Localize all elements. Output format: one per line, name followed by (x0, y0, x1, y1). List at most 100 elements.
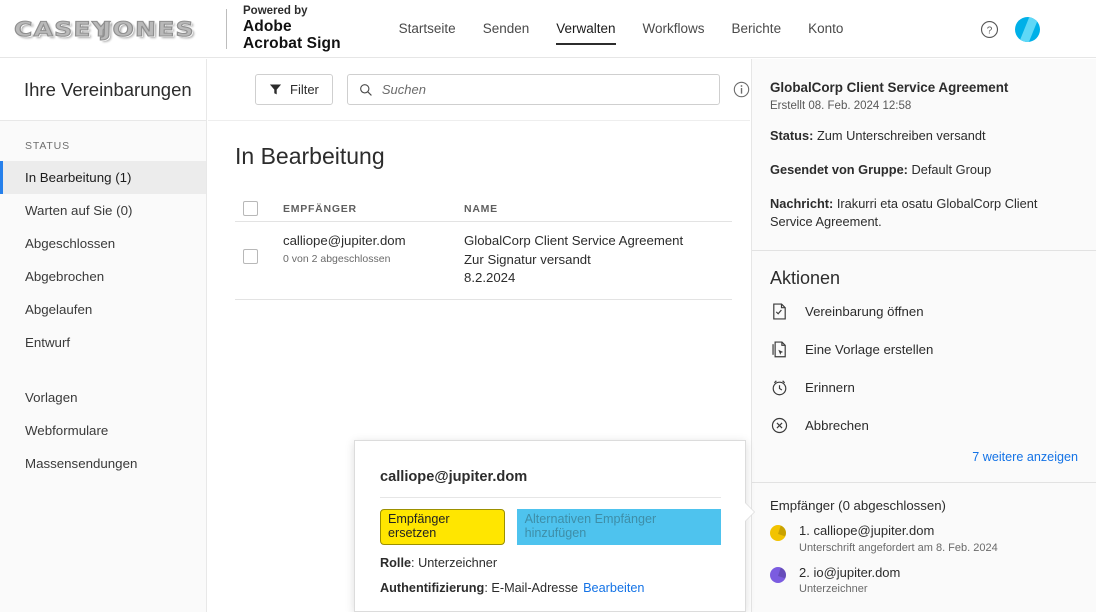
details-status-value: Zum Unterschreiben versandt (816, 128, 986, 144)
show-more-actions-link[interactable]: 7 weitere anzeigen (770, 445, 1078, 464)
row-checkbox[interactable] (243, 249, 258, 264)
sidebar-section-status: STATUS (25, 140, 70, 152)
main-nav: Startseite Senden Verwalten Workflows Be… (399, 0, 843, 58)
sidebar-item-label: Webformulare (25, 423, 109, 438)
select-all-cell (235, 201, 283, 216)
sidebar-item-abgebrochen[interactable]: Abgebrochen (0, 260, 206, 293)
sidebar-item-label: In Bearbeitung (1) (25, 170, 132, 185)
search-box[interactable] (346, 74, 720, 105)
popover-role-key: Rolle (380, 555, 412, 570)
sidebar-item-label: Vorlagen (25, 390, 78, 405)
recipient-info: 1. calliope@jupiter.dom Unterschrift ang… (799, 523, 998, 554)
table-row[interactable]: calliope@jupiter.dom 0 von 2 abgeschloss… (235, 222, 732, 301)
recipient-item-1[interactable]: 1. calliope@jupiter.dom Unterschrift ang… (770, 523, 1078, 554)
info-circle-icon[interactable] (733, 81, 750, 98)
top-header: CASEY JONES Powered by Adobe Acrobat Sig… (0, 0, 1096, 58)
nav-item-startseite[interactable]: Startseite (399, 0, 456, 58)
sidebar: Ihre Vereinbarungen STATUS In Bearbeitun… (0, 59, 207, 612)
sidebar-item-label: Entwurf (25, 335, 71, 350)
alarm-clock-icon (772, 380, 787, 396)
sidebar-item-label: Abgebrochen (25, 269, 105, 284)
action-eine-vorlage-erstellen[interactable]: Eine Vorlage erstellen (770, 331, 1078, 369)
details-status-key: Status: (770, 128, 814, 144)
filter-button[interactable]: Filter (255, 74, 333, 105)
details-panel: GlobalCorp Client Service Agreement Erst… (751, 59, 1096, 612)
document-template-icon (772, 341, 786, 358)
details-group-key: Gesendet von Gruppe: (770, 161, 908, 177)
replace-recipient-button[interactable]: Empfänger ersetzen (380, 509, 505, 545)
sidebar-item-label: Abgelaufen (25, 302, 93, 317)
search-icon (359, 83, 372, 96)
sidebar-item-webformulare[interactable]: Webformulare (0, 414, 206, 447)
powered-by-label: Powered by (243, 4, 308, 17)
sidebar-item-label: Massensendungen (25, 456, 138, 471)
column-header-empfaenger: EMPFÄNGER (283, 202, 357, 215)
select-all-checkbox[interactable] (243, 201, 258, 216)
sidebar-item-label: Warten auf Sie (0) (25, 203, 133, 218)
popover-title: calliope@jupiter.dom (380, 469, 528, 485)
main-inner: In Bearbeitung EMPFÄNGER NAME calliope@j… (208, 121, 750, 301)
recipient-status-icon (770, 524, 786, 541)
actions-section: Aktionen Vereinbarung öffnen Eine Vorlag… (752, 251, 1096, 464)
recipients-section: Empfänger (0 abgeschlossen) 1. calliope@… (752, 483, 1096, 596)
sidebar-item-entwurf[interactable]: Entwurf (0, 326, 206, 359)
question-circle-icon[interactable]: ? (980, 20, 999, 39)
document-check-icon (773, 303, 786, 320)
nav-item-workflows[interactable]: Workflows (643, 0, 705, 58)
nav-item-senden[interactable]: Senden (483, 0, 530, 58)
add-alternate-recipient-button[interactable]: Alternativen Empfänger hinzufügen (516, 509, 721, 545)
recipient-status-text: Unterzeichner (799, 583, 868, 596)
agreement-date: 8.2.2024 (464, 270, 516, 286)
action-label: Abbrechen (805, 418, 869, 434)
sidebar-item-abgelaufen[interactable]: Abgelaufen (0, 293, 206, 326)
recipient-status-text: Unterschrift angefordert am 8. Feb. 2024 (799, 541, 998, 554)
sidebar-item-in-bearbeitung[interactable]: In Bearbeitung (1) (0, 161, 206, 194)
details-message-row: Nachricht: Irakurri eta osatu GlobalCorp… (770, 195, 1078, 232)
nav-item-konto[interactable]: Konto (808, 0, 843, 58)
popover-role-value: Unterzeichner (418, 555, 498, 570)
user-avatar[interactable] (1015, 16, 1040, 42)
action-abbrechen[interactable]: Abbrechen (770, 407, 1078, 445)
header-actions: ? (980, 0, 1040, 58)
action-erinnern[interactable]: Erinnern (770, 369, 1078, 407)
filter-button-label: Filter (290, 82, 319, 97)
sidebar-item-massensendungen[interactable]: Massensendungen (0, 447, 206, 480)
company-logo[interactable]: CASEY JONES (13, 0, 210, 58)
popover-auth-key: Authentifizierung (380, 580, 485, 595)
cell-name: GlobalCorp Client Service Agreement Zur … (464, 232, 732, 288)
details-group-row: Gesendet von Gruppe: Default Group (770, 161, 1078, 180)
nav-item-berichte[interactable]: Berichte (732, 0, 782, 58)
recipient-popover: calliope@jupiter.dom Empfänger ersetzen … (354, 440, 754, 612)
funnel-icon (269, 84, 282, 95)
action-vereinbarung-oeffnen[interactable]: Vereinbarung öffnen (770, 293, 1078, 331)
cell-recipient: calliope@jupiter.dom 0 von 2 abgeschloss… (283, 232, 464, 265)
popover-divider (380, 497, 721, 498)
page-title: Ihre Vereinbarungen (24, 78, 192, 100)
popover-auth-value: E-Mail-Adresse (491, 580, 579, 595)
sidebar-item-vorlagen[interactable]: Vorlagen (0, 381, 206, 414)
sidebar-item-warten-auf-sie[interactable]: Warten auf Sie (0) (0, 194, 206, 227)
recipient-progress: 0 von 2 abgeschlossen (283, 252, 391, 265)
popover-edit-link[interactable]: Bearbeiten (583, 581, 644, 595)
popover-tail (745, 503, 754, 521)
brand-line-adobe: Adobe (243, 17, 292, 35)
popover-role-row: Rolle: Unterzeichner (380, 556, 721, 570)
sidebar-item-abgeschlossen[interactable]: Abgeschlossen (0, 227, 206, 260)
row-select-cell (235, 232, 283, 264)
nav-item-verwalten[interactable]: Verwalten (556, 0, 616, 58)
search-input[interactable] (381, 82, 682, 97)
recipient-info: 2. io@jupiter.dom Unterzeichner (799, 565, 900, 596)
agreements-table: EMPFÄNGER NAME calliope@jupiter.dom 0 vo… (235, 196, 732, 301)
adobe-brand: Powered by Adobe Acrobat Sign (243, 5, 341, 53)
cancel-circle-icon (771, 417, 788, 434)
sidebar-header: Ihre Vereinbarungen (0, 59, 206, 121)
sidebar-item-label: Abgeschlossen (25, 236, 116, 251)
recipient-name: 2. io@jupiter.dom (799, 564, 901, 580)
recipient-item-2[interactable]: 2. io@jupiter.dom Unterzeichner (770, 565, 1078, 596)
agreement-status: Zur Signatur versandt (464, 251, 591, 267)
app-root: CASEY JONES Powered by Adobe Acrobat Sig… (0, 0, 1096, 612)
details-header: GlobalCorp Client Service Agreement Erst… (752, 59, 1096, 232)
logo-text-casey: CASEY (13, 16, 112, 41)
content-title: In Bearbeitung (235, 143, 385, 169)
